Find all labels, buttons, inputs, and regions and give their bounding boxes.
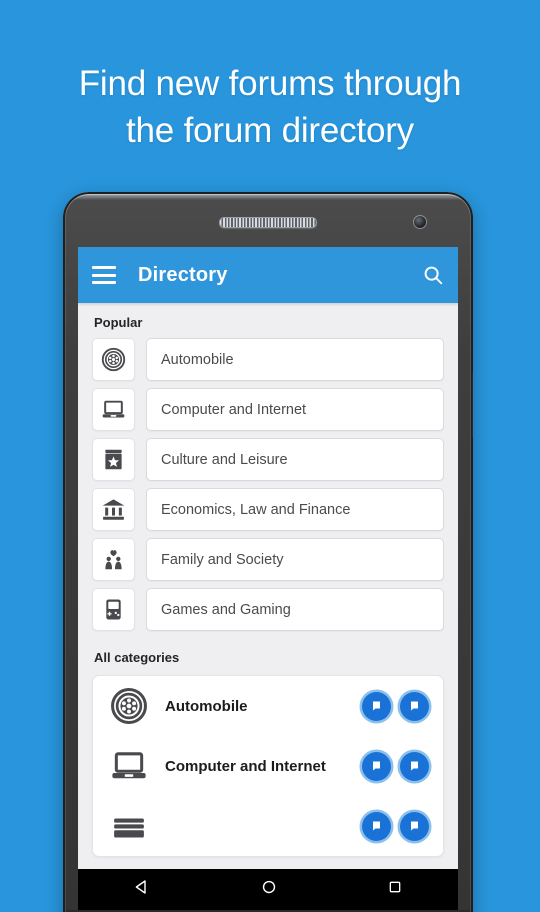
- promo-headline: Find new forums through the forum direct…: [0, 60, 540, 154]
- section-title-popular: Popular: [94, 315, 143, 330]
- back-triangle-icon[interactable]: [133, 878, 151, 901]
- table-row[interactable]: [93, 796, 443, 856]
- row-actions: [362, 691, 429, 721]
- bookmark-icon[interactable]: [362, 751, 391, 781]
- phone-screen: Directory Popular Automobile Computer an…: [78, 247, 458, 869]
- row-actions: [362, 751, 429, 781]
- bookmark-icon[interactable]: [400, 811, 429, 841]
- list-item-label: Computer and Internet: [161, 401, 307, 418]
- phone-mockup: Directory Popular Automobile Computer an…: [63, 192, 473, 912]
- recents-square-icon[interactable]: [387, 879, 403, 900]
- list-item-label-box: Automobile: [146, 338, 444, 381]
- app-bar: Directory: [78, 247, 458, 303]
- bookmark-icon[interactable]: [362, 811, 391, 841]
- laptop-icon: [92, 388, 135, 431]
- list-item-label: Family and Society: [161, 551, 284, 568]
- list-item-label: Games and Gaming: [161, 601, 291, 618]
- list-item-label-box: Economics, Law and Finance: [146, 488, 444, 531]
- popular-list: Automobile Computer and Internet Culture…: [78, 338, 458, 631]
- bank-icon: [92, 488, 135, 531]
- list-item[interactable]: Culture and Leisure: [92, 438, 444, 481]
- list-item-label-box: Culture and Leisure: [146, 438, 444, 481]
- list-item-label: Culture and Leisure: [161, 451, 288, 468]
- list-item[interactable]: Family and Society: [92, 538, 444, 581]
- screen-content: Popular Automobile Computer and Internet…: [78, 303, 458, 869]
- laptop-icon: [107, 744, 151, 788]
- promo-headline-line2: the forum directory: [126, 111, 414, 150]
- table-row-label: Computer and Internet: [165, 757, 326, 775]
- list-item-label-box: Computer and Internet: [146, 388, 444, 431]
- family-heart-icon: [92, 538, 135, 581]
- list-item[interactable]: Automobile: [92, 338, 444, 381]
- home-circle-icon[interactable]: [260, 878, 278, 901]
- table-row-label: Automobile: [165, 697, 248, 715]
- list-item-label: Economics, Law and Finance: [161, 501, 351, 518]
- row-actions: [362, 811, 429, 841]
- android-navigation-bar: [78, 869, 458, 910]
- bookmark-icon[interactable]: [400, 751, 429, 781]
- list-item-label-box: Family and Society: [146, 538, 444, 581]
- wheel-icon: [92, 338, 135, 381]
- page-title: Directory: [138, 263, 228, 286]
- list-item-label: Automobile: [161, 351, 234, 368]
- book-star-icon: [92, 438, 135, 481]
- books-stack-icon: [107, 804, 151, 848]
- power-button[interactable]: [472, 372, 473, 438]
- list-item[interactable]: Economics, Law and Finance: [92, 488, 444, 531]
- all-categories-list: Automobile Computer and Internet: [92, 675, 444, 857]
- earpiece-speaker: [219, 217, 317, 228]
- table-row[interactable]: Automobile: [93, 676, 443, 736]
- section-title-all-categories: All categories: [94, 650, 180, 665]
- handheld-console-icon: [92, 588, 135, 631]
- hamburger-menu-icon[interactable]: [92, 266, 116, 284]
- wheel-icon: [107, 684, 151, 728]
- phone-top-edge: [63, 192, 473, 200]
- promo-headline-line1: Find new forums through: [78, 64, 462, 103]
- list-item-label-box: Games and Gaming: [146, 588, 444, 631]
- bookmark-icon[interactable]: [400, 691, 429, 721]
- search-icon[interactable]: [422, 264, 444, 286]
- table-row[interactable]: Computer and Internet: [93, 736, 443, 796]
- bookmark-icon[interactable]: [362, 691, 391, 721]
- front-camera: [413, 215, 427, 229]
- list-item[interactable]: Computer and Internet: [92, 388, 444, 431]
- list-item[interactable]: Games and Gaming: [92, 588, 444, 631]
